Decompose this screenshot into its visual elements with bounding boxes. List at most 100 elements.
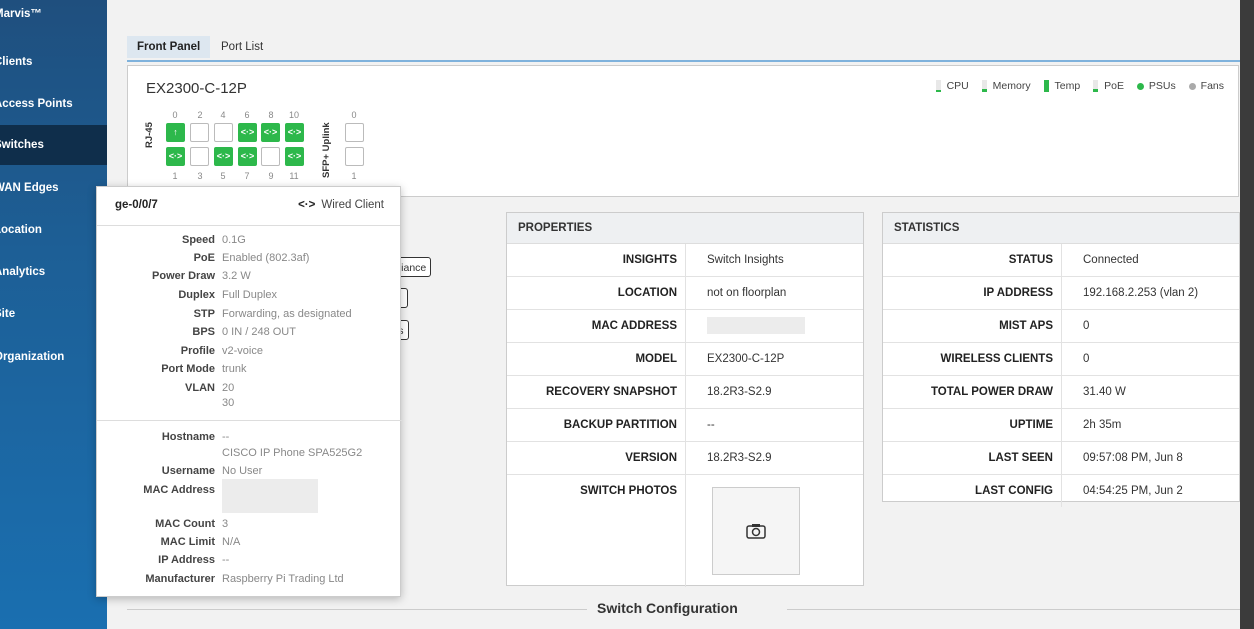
port-6[interactable]: <·> (238, 123, 257, 142)
switch-configuration-section: Switch Configuration (107, 594, 1240, 624)
port-1[interactable]: <·> (166, 147, 185, 166)
sidebar-item-switches[interactable]: Switches (0, 125, 107, 165)
row-value: 18.2R3-S2.9 (707, 452, 772, 464)
temp-bar (1043, 80, 1049, 93)
statistics-row: LAST CONFIG 04:54:25 PM, Jun 2 (883, 475, 1239, 507)
properties-row: INSIGHTS Switch Insights (507, 244, 863, 277)
port-11[interactable]: <·> (285, 147, 304, 166)
port-number: 0 (172, 110, 178, 120)
port-number: 1 (172, 171, 178, 181)
tooltip-value: Raspberry Pi Trading Ltd (222, 573, 344, 585)
sidebar-item-location[interactable]: Location (0, 210, 107, 250)
rj45-label: RJ-45 (144, 122, 155, 148)
tooltip-value: CISCO IP Phone SPA525G2 (222, 447, 363, 459)
mac-address-redacted (707, 310, 805, 342)
port-9[interactable] (261, 147, 280, 166)
sidebar-item-analytics[interactable]: Analytics (0, 252, 107, 292)
port-3[interactable] (190, 147, 209, 166)
row-value: 09:57:08 PM, Jun 8 (1083, 452, 1183, 464)
tooltip-divider (97, 420, 402, 421)
sidebar-item-marvis[interactable]: Marvis™ (0, 0, 107, 34)
app-window: Marvis™ Clients Access Points Switches W… (0, 0, 1240, 629)
row-value: EX2300-C-12P (707, 353, 785, 365)
tooltip-port-name: ge-0/0/7 (115, 199, 158, 211)
memory-label: Memory (992, 80, 1031, 93)
front-panel: EX2300-C-12P CPU Memory Temp PoE PSUs Fa… (127, 65, 1239, 197)
tooltip-key: Username (161, 465, 215, 477)
row-key: SWITCH PHOTOS (580, 485, 677, 497)
tooltip-key: VLAN (185, 382, 215, 394)
properties-row: MODEL EX2300-C-12P (507, 343, 863, 376)
tooltip-key: Speed (181, 234, 215, 246)
tooltip-value: -- (222, 554, 230, 566)
row-key: LAST SEEN (988, 452, 1053, 464)
sidebar: Marvis™ Clients Access Points Switches W… (0, 0, 107, 629)
tooltip-key: MAC Count (155, 518, 215, 530)
port-0-uplink[interactable]: ↑ (166, 123, 185, 142)
properties-row: MAC ADDRESS (507, 310, 863, 343)
port-number: 2 (197, 110, 203, 120)
statistics-row: UPTIME 2h 35m (883, 409, 1239, 442)
statistics-row: STATUS Connected (883, 244, 1239, 277)
switch-photo-upload[interactable] (712, 487, 800, 575)
row-key: RECOVERY SNAPSHOT (546, 386, 677, 398)
port-number: 9 (268, 171, 274, 181)
tooltip-value: 3.2 W (222, 270, 251, 282)
tooltip-key: BPS (192, 326, 215, 338)
sfp-port-1[interactable] (345, 147, 364, 166)
tooltip-value: Enabled (802.3af) (222, 252, 310, 264)
properties-row: LOCATION not on floorplan (507, 277, 863, 310)
row-key: MIST APS (999, 320, 1053, 332)
sidebar-item-site[interactable]: Site (0, 294, 107, 334)
port-number: 5 (220, 171, 226, 181)
tooltip-key: PoE (193, 252, 215, 264)
port-number: 3 (197, 171, 203, 181)
statistics-card: STATISTICS STATUS Connected IP ADDRESS 192… (882, 212, 1240, 507)
switch-insights-link[interactable]: Switch Insights (707, 244, 784, 276)
sfp-port-0[interactable] (345, 123, 364, 142)
port-2[interactable] (190, 123, 209, 142)
sidebar-item-wan-edges[interactable]: WAN Edges (0, 168, 107, 208)
row-value: 192.168.2.253 (vlan 2) (1083, 287, 1199, 299)
properties-row: BACKUP PARTITION -- (507, 409, 863, 442)
tooltip-key: MAC Limit (160, 536, 215, 548)
port-5[interactable]: <·> (214, 147, 233, 166)
tooltip-value: 3 (222, 518, 229, 530)
poe-label: PoE (1104, 80, 1124, 93)
tooltip-value: Full Duplex (222, 289, 278, 301)
tab-port-list[interactable]: Port List (221, 36, 263, 58)
statistics-row: WIRELESS CLIENTS 0 (883, 343, 1239, 376)
row-key: LAST CONFIG (975, 485, 1053, 497)
port-8[interactable]: <·> (261, 123, 280, 142)
row-value: 0 (1083, 320, 1090, 332)
row-key: UPTIME (1009, 419, 1053, 431)
poe-bar (1093, 80, 1099, 93)
port-tooltip: ge-0/0/7 <·> Wired Client Speed 0.1G PoE En… (96, 186, 402, 597)
last-config-link[interactable]: 04:54:25 PM, Jun 2 (1083, 475, 1183, 507)
port-7[interactable]: <·> (238, 147, 257, 166)
tooltip-key: Duplex (178, 289, 215, 301)
port-10[interactable]: <·> (285, 123, 304, 142)
row-value: -- (707, 419, 715, 431)
sidebar-item-access-points[interactable]: Access Points (0, 84, 107, 124)
tooltip-value: N/A (222, 536, 241, 548)
row-key: STATUS (1008, 254, 1053, 266)
status-value: Connected (1083, 254, 1139, 266)
cpu-bar (935, 80, 941, 93)
camera-icon (746, 524, 766, 539)
window-shadow (1240, 0, 1254, 629)
tooltip-key: Port Mode (161, 363, 215, 375)
row-key: WIRELESS CLIENTS (940, 353, 1053, 365)
tooltip-key: STP (193, 308, 215, 320)
sidebar-item-organization[interactable]: Organization (0, 337, 107, 377)
port-number: 10 (288, 110, 299, 120)
tab-front-panel[interactable]: Front Panel (127, 36, 211, 58)
sidebar-item-clients[interactable]: Clients (0, 42, 107, 82)
properties-row: SWITCH PHOTOS (507, 475, 863, 587)
switch-configuration-title[interactable]: Switch Configuration (597, 600, 738, 616)
statistics-row: MIST APS 0 (883, 310, 1239, 343)
memory-bar (981, 80, 987, 93)
port-4[interactable] (214, 123, 233, 142)
tooltip-value: 0 IN / 248 OUT (222, 326, 296, 338)
tooltip-key: IP Address (158, 554, 215, 566)
